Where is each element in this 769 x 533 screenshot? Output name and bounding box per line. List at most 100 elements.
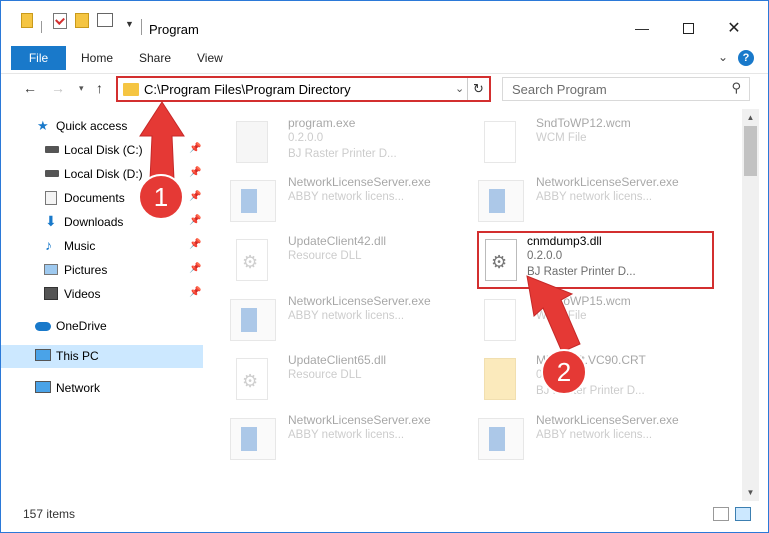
search-icon: ⚲	[731, 80, 741, 95]
forward-button[interactable]: →	[51, 80, 65, 96]
large-icons-view-button[interactable]	[735, 507, 751, 521]
file-type: Resource DLL	[288, 369, 362, 381]
sidebar-item-pictures[interactable]: Pictures 📌	[1, 259, 203, 282]
sidebar-item-videos[interactable]: Videos 📌	[1, 283, 203, 306]
pin-icon[interactable]: 📌	[189, 263, 201, 274]
arrow-right-icon: →	[51, 80, 65, 96]
minimize-button[interactable]: —	[619, 15, 665, 41]
divider	[141, 19, 142, 35]
pin-icon[interactable]: 📌	[189, 143, 201, 154]
file-item[interactable]: SndToWP12.wcm WCM File	[456, 113, 696, 169]
maximize-button[interactable]	[665, 15, 711, 41]
chevron-down-icon[interactable]: ⌄	[718, 50, 728, 64]
file-description: ABBY network licens...	[288, 191, 405, 203]
pin-icon[interactable]: 📌	[189, 239, 201, 250]
file-name: Microsoft.VC90.CRT	[536, 353, 646, 367]
pin-icon[interactable]: 📌	[189, 167, 201, 178]
file-item[interactable]: Microsoft.VC90.CRT 0.2.0.0 BJ Raster Pri…	[456, 350, 696, 406]
sidebar-item-documents[interactable]: Documents 📌	[1, 187, 203, 210]
sidebar-item-label: Local Disk (C:)	[64, 143, 143, 157]
up-button[interactable]: ↑	[96, 80, 103, 96]
file-name: UpdateClient65.dll	[288, 353, 387, 367]
file-name: NetworkLicenseServer.exe	[536, 175, 679, 189]
file-description: ABBY network licens...	[536, 429, 653, 441]
scroll-down-icon[interactable]: ▼	[742, 484, 759, 501]
customize-dropdown-icon[interactable]: ▼	[125, 19, 134, 29]
scroll-up-icon[interactable]: ▲	[742, 109, 759, 126]
ribbon-tabs: File Home Share View ⌄ ?	[1, 46, 768, 70]
file-item[interactable]: NetworkLicenseServer.exe ABBY network li…	[456, 172, 696, 228]
sidebar-item-label: Music	[64, 239, 96, 253]
file-name: program.exe	[288, 116, 356, 130]
file-item[interactable]: NetworkLicenseServer.exe ABBY network li…	[208, 172, 448, 228]
back-button[interactable]: ←	[23, 80, 37, 96]
document-icon	[484, 299, 516, 341]
file-description: BJ Raster Printer D...	[288, 148, 397, 160]
file-name: SndToWP12.wcm	[536, 116, 631, 130]
tab-view[interactable]: View	[197, 46, 223, 70]
network-icon	[35, 381, 51, 393]
computer-icon	[35, 349, 51, 361]
videos-icon	[44, 287, 58, 300]
file-item[interactable]: NetworkLicenseServer.exe ABBY network li…	[208, 291, 448, 347]
tab-file[interactable]: File	[11, 46, 66, 70]
pin-icon[interactable]: 📌	[189, 287, 201, 298]
folder-icon	[21, 13, 33, 28]
sidebar-item-network[interactable]: Network	[1, 377, 203, 400]
chevron-down-icon: ▾	[79, 83, 84, 93]
sidebar-item-label: OneDrive	[56, 319, 107, 333]
sidebar-item-label: This PC	[56, 349, 99, 363]
properties-icon[interactable]	[53, 13, 67, 29]
file-item[interactable]: NetworkLicenseServer.exe ABBY network li…	[456, 410, 696, 466]
file-item[interactable]: NetworkLicenseServer.exe ABBY network li…	[208, 410, 448, 466]
sidebar-item-downloads[interactable]: ⬇ Downloads 📌	[1, 211, 203, 234]
file-description: ABBY network licens...	[288, 429, 405, 441]
file-item[interactable]: ⚙ UpdateClient65.dll Resource DLL	[208, 350, 448, 406]
recent-locations-button[interactable]: ▾	[79, 83, 84, 94]
sidebar-item-label: Downloads	[64, 215, 124, 229]
file-explorer-window: ▼ Program — ✕ File Home Share View ⌄ ? ←…	[0, 0, 769, 533]
window-title: Program	[149, 22, 199, 37]
sidebar-item-local-disk-d[interactable]: Local Disk (D:) 📌	[1, 163, 203, 186]
pictures-icon	[44, 264, 58, 275]
vertical-scrollbar[interactable]: ▲ ▼	[742, 109, 759, 501]
refresh-button[interactable]: ↻	[467, 78, 489, 100]
file-item[interactable]: program.exe 0.2.0.0 BJ Raster Printer D.…	[208, 113, 448, 169]
app-icon	[478, 180, 524, 222]
chevron-down-icon[interactable]: ⌄	[455, 82, 464, 95]
item-count: 157 items	[23, 507, 76, 521]
details-view-button[interactable]	[713, 507, 729, 521]
address-bar[interactable]: C:\Program Files\Program Directory ⌄ ↻	[116, 76, 491, 102]
tab-share[interactable]: Share	[139, 46, 171, 70]
navigation-bar: ← → ▾ ↑ C:\Program Files\Program Directo…	[1, 73, 768, 103]
tab-home[interactable]: Home	[81, 46, 113, 70]
scrollbar-thumb[interactable]	[744, 126, 757, 176]
pin-icon[interactable]: 📌	[189, 191, 201, 202]
new-folder-icon[interactable]	[75, 13, 89, 28]
download-icon: ⬇	[45, 213, 57, 229]
minimize-icon: —	[635, 20, 649, 36]
file-item[interactable]: ⚙ UpdateClient42.dll Resource DLL	[208, 231, 448, 287]
file-description: BJ Raster Printer D...	[536, 385, 645, 397]
sidebar-item-label: Documents	[64, 191, 125, 205]
file-version: 0.2.0.0	[536, 369, 572, 381]
sidebar-item-onedrive[interactable]: OneDrive	[1, 315, 203, 338]
file-name: NetworkLicenseServer.exe	[288, 413, 431, 427]
pin-icon[interactable]: 📌	[189, 215, 201, 226]
close-button[interactable]: ✕	[711, 15, 757, 41]
sidebar-item-label: Network	[56, 381, 101, 395]
view-options-icon[interactable]	[97, 13, 113, 27]
sidebar-item-quick-access[interactable]: ★ Quick access	[1, 115, 203, 138]
file-list: program.exe 0.2.0.0 BJ Raster Printer D.…	[208, 109, 742, 501]
help-icon[interactable]: ?	[738, 50, 754, 66]
sidebar-item-music[interactable]: ♪ Music 📌	[1, 235, 203, 258]
file-name: NetworkLicenseServer.exe	[536, 413, 679, 427]
sidebar-item-this-pc[interactable]: This PC	[1, 345, 203, 368]
address-path[interactable]: C:\Program Files\Program Directory	[144, 82, 351, 97]
drive-icon	[45, 146, 59, 153]
search-input[interactable]: Search Program	[512, 82, 607, 97]
status-bar: 157 items	[1, 501, 768, 532]
file-item[interactable]: SndToWP15.wcm WCM File	[456, 291, 696, 347]
search-box[interactable]: Search Program ⚲	[502, 77, 750, 101]
sidebar-item-local-disk-c[interactable]: Local Disk (C:) 📌	[1, 139, 203, 162]
